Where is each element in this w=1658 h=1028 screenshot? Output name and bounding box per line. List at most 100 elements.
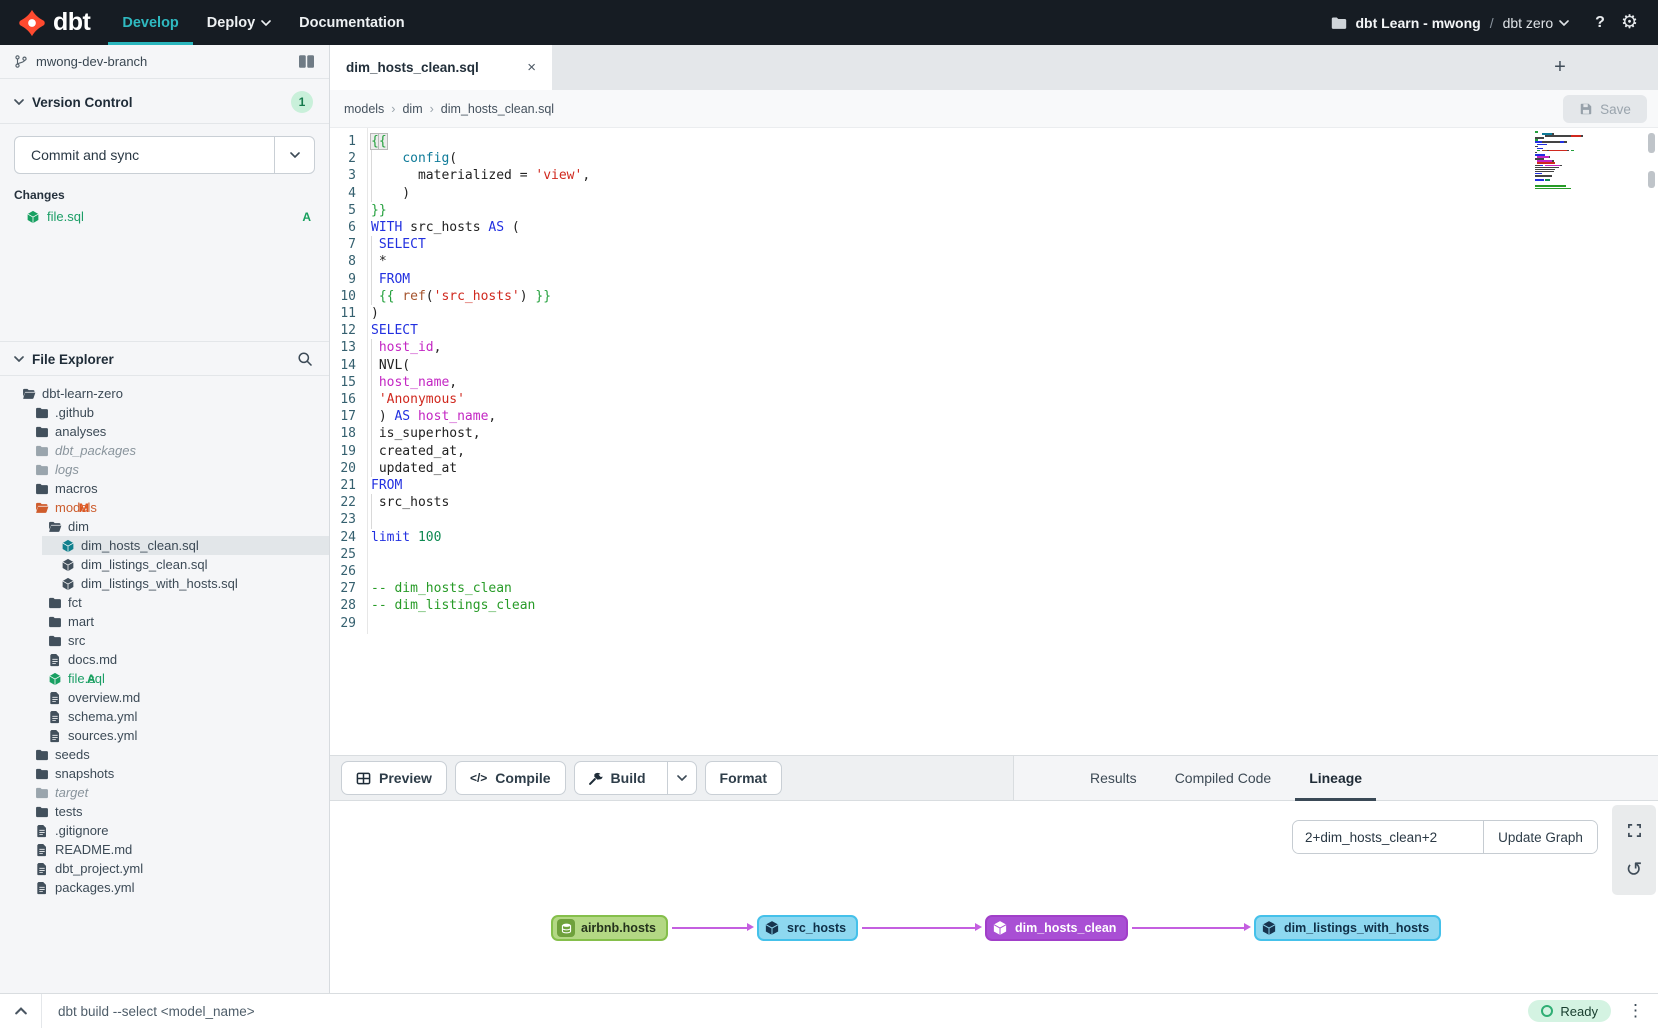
code-line[interactable]: 12SELECT <box>330 322 590 339</box>
code-line[interactable]: 26 <box>330 563 590 580</box>
code-line[interactable]: 27-- dim_hosts_clean <box>330 580 590 597</box>
code-line[interactable]: 20 updated_at <box>330 460 590 477</box>
tree-item-dim[interactable]: dim <box>0 517 329 536</box>
code-line[interactable]: 17 ) AS host_name, <box>330 408 590 425</box>
file-explorer-header[interactable]: File Explorer <box>0 341 329 376</box>
tree-item-overview.md[interactable]: overview.md <box>0 688 329 707</box>
environment-selector[interactable]: dbt zero <box>1503 15 1570 31</box>
lineage-node-dim_listings_with_hosts[interactable]: dim_listings_with_hosts <box>1254 915 1441 941</box>
code-line[interactable]: 5}} <box>330 202 590 219</box>
code-line[interactable]: 8 * <box>330 253 590 270</box>
dbt-logo[interactable]: dbt <box>18 8 90 37</box>
tree-item-analyses[interactable]: analyses <box>0 422 329 441</box>
tree-item-snapshots[interactable]: snapshots <box>0 764 329 783</box>
code-line[interactable]: 15 host_name, <box>330 374 590 391</box>
tree-item-dim_listings_clean.sql[interactable]: dim_listings_clean.sql <box>0 555 329 574</box>
lineage-node-dim_hosts_clean[interactable]: dim_hosts_clean <box>985 915 1128 941</box>
code-line[interactable]: 3 materialized = 'view', <box>330 167 590 184</box>
tree-item-target[interactable]: target <box>0 783 329 802</box>
tree-item-file.sql[interactable]: file.sqlA <box>0 669 329 688</box>
tab-compiled-code[interactable]: Compiled Code <box>1175 756 1272 800</box>
search-icon[interactable] <box>297 351 313 367</box>
tree-item-packages.yml[interactable]: packages.yml <box>0 878 329 897</box>
tree-item-logs[interactable]: logs <box>0 460 329 479</box>
tree-item-macros[interactable]: macros <box>0 479 329 498</box>
version-control-header[interactable]: Version Control 1 <box>0 79 329 123</box>
tab-results[interactable]: Results <box>1090 756 1137 800</box>
docs-book-icon[interactable] <box>298 54 315 69</box>
code-line[interactable]: 25 <box>330 546 590 563</box>
lineage-node-airbnb.hosts[interactable]: airbnb.hosts <box>551 915 668 941</box>
new-tab-button[interactable]: + <box>1548 55 1572 79</box>
update-graph-button[interactable]: Update Graph <box>1483 821 1597 853</box>
code-line[interactable]: 21FROM <box>330 477 590 494</box>
nav-item-deploy[interactable]: Deploy <box>193 0 285 45</box>
code-line[interactable]: 2 config( <box>330 150 590 167</box>
tree-item-README.md[interactable]: README.md <box>0 840 329 859</box>
tree-item-tests[interactable]: tests <box>0 802 329 821</box>
lineage-selector-input[interactable] <box>1293 821 1483 853</box>
code-line[interactable]: 4 ) <box>330 185 590 202</box>
tree-item-src[interactable]: src <box>0 631 329 650</box>
tree-item-dbt_packages[interactable]: dbt_packages <box>0 441 329 460</box>
format-button[interactable]: Format <box>705 761 782 795</box>
code-editor[interactable]: 1{{2 config(3 materialized = 'view',4 )5… <box>330 128 1658 755</box>
tree-item-dim_listings_with_hosts.sql[interactable]: dim_listings_with_hosts.sql <box>0 574 329 593</box>
code-line[interactable]: 28-- dim_listings_clean <box>330 597 590 614</box>
scrollbar-thumb[interactable] <box>1648 133 1655 153</box>
reset-view-icon[interactable]: ↺ <box>1619 855 1649 885</box>
gear-icon[interactable]: ⚙ <box>1621 13 1638 32</box>
code-line[interactable]: 13 host_id, <box>330 339 590 356</box>
tree-item-seeds[interactable]: seeds <box>0 745 329 764</box>
tree-item-fct[interactable]: fct <box>0 593 329 612</box>
help-icon[interactable]: ? <box>1595 14 1605 32</box>
code-line[interactable]: 1{{ <box>330 133 590 150</box>
build-button[interactable]: Build <box>574 761 697 795</box>
tree-item-.github[interactable]: .github <box>0 403 329 422</box>
tree-item-sources.yml[interactable]: sources.yml <box>0 726 329 745</box>
compile-button[interactable]: </> Compile <box>455 761 566 795</box>
preview-button[interactable]: Preview <box>341 761 447 795</box>
lineage-node-src_hosts[interactable]: src_hosts <box>757 915 858 941</box>
commit-options-chevron[interactable] <box>274 137 314 173</box>
code-line[interactable]: 18 is_superhost, <box>330 425 590 442</box>
code-line[interactable]: 29 <box>330 615 590 632</box>
code-line[interactable]: 14 NVL( <box>330 357 590 374</box>
save-button[interactable]: Save <box>1563 95 1647 123</box>
command-bar-toggle[interactable] <box>0 994 42 1028</box>
changed-file-row[interactable]: file.sql A <box>0 209 329 224</box>
command-input[interactable] <box>42 1003 1528 1020</box>
commit-and-sync-button[interactable]: Commit and sync <box>14 136 315 174</box>
tree-item-.gitignore[interactable]: .gitignore <box>0 821 329 840</box>
code-line[interactable]: 24limit 100 <box>330 529 590 546</box>
kebab-menu-icon[interactable]: ⋮ <box>1627 1001 1644 1021</box>
nav-item-develop[interactable]: Develop <box>108 0 192 45</box>
code-line[interactable]: 22 src_hosts <box>330 494 590 511</box>
code-line[interactable]: 11) <box>330 305 590 322</box>
branch-row[interactable]: mwong-dev-branch <box>0 45 329 79</box>
tree-item-mart[interactable]: mart <box>0 612 329 631</box>
tree-item-dbt-learn-zero[interactable]: dbt-learn-zero <box>0 384 329 403</box>
fullscreen-icon[interactable] <box>1619 816 1649 846</box>
nav-item-documentation[interactable]: Documentation <box>285 0 419 45</box>
tree-item-dbt_project.yml[interactable]: dbt_project.yml <box>0 859 329 878</box>
code-line[interactable]: 19 created_at, <box>330 443 590 460</box>
tab-dim-hosts-clean[interactable]: dim_hosts_clean.sql × <box>330 45 552 90</box>
tab-lineage[interactable]: Lineage <box>1309 756 1362 800</box>
tree-item-schema.yml[interactable]: schema.yml <box>0 707 329 726</box>
tree-item-docs.md[interactable]: docs.md <box>0 650 329 669</box>
minimap[interactable] <box>1535 131 1583 192</box>
tree-item-models[interactable]: modelsM <box>0 498 329 517</box>
scrollbar-thumb[interactable] <box>1648 171 1655 188</box>
code-line[interactable]: 6WITH src_hosts AS ( <box>330 219 590 236</box>
close-icon[interactable]: × <box>527 59 536 76</box>
code-line[interactable]: 16 'Anonymous' <box>330 391 590 408</box>
code-line[interactable]: 9 FROM <box>330 271 590 288</box>
build-options-chevron[interactable] <box>667 762 696 794</box>
tree-item-dim_hosts_clean.sql[interactable]: dim_hosts_clean.sql <box>0 536 329 555</box>
code-line[interactable]: 23 <box>330 511 590 528</box>
code-line[interactable]: 7 SELECT <box>330 236 590 253</box>
build-main-segment[interactable]: Build <box>575 762 659 794</box>
account-project[interactable]: dbt Learn - mwong <box>1355 15 1480 31</box>
code-line[interactable]: 10 {{ ref('src_hosts') }} <box>330 288 590 305</box>
